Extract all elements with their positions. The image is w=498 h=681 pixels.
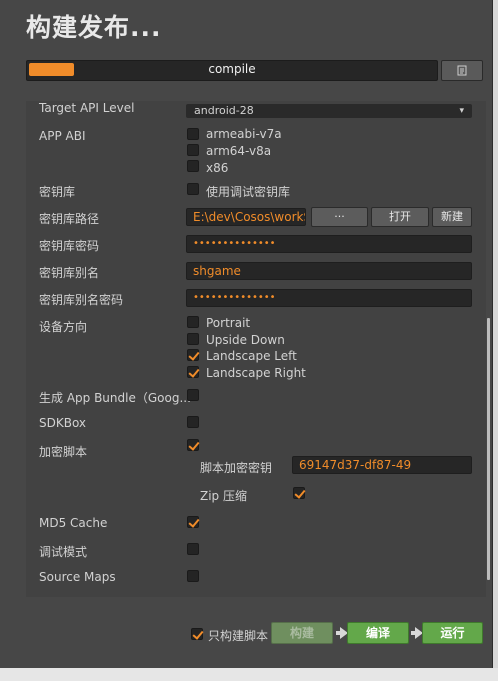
app-bundle-label: 生成 App Bundle（Goog... [39,391,191,405]
build-window: 构建发布... compile Target API Level android… [0,0,493,668]
compile-button[interactable]: 编译 [347,622,409,644]
target-api-select[interactable]: android-28 ▾ [186,104,472,118]
sdkbox-label: SDKBox [39,416,87,430]
keystore-path-label: 密钥库路径 [39,212,100,226]
md5-cache-label: MD5 Cache [39,516,108,530]
build-button[interactable]: 构建 [271,622,333,644]
new-keystore-button[interactable]: 新建 [432,207,472,227]
run-button[interactable]: 运行 [422,622,483,644]
debug-keystore-label: 使用调试密钥库 [206,185,291,199]
debug-mode-checkbox[interactable] [187,543,199,555]
app-abi-label: APP ABI [39,129,86,143]
document-icon [457,65,467,76]
orientation-upside-down-label: Upside Down [206,333,285,347]
only-build-script-checkbox[interactable] [191,628,203,640]
desktop-background [0,668,498,681]
target-api-label: Target API Level [39,101,135,115]
orientation-portrait-checkbox[interactable] [187,316,199,328]
orientation-landscape-right-checkbox[interactable] [187,366,199,378]
window-title: 构建发布... [26,13,162,42]
keystore-label: 密钥库 [39,185,76,199]
orientation-landscape-left-label: Landscape Left [206,349,297,363]
encrypt-js-checkbox[interactable] [187,439,199,451]
open-log-button[interactable] [441,60,483,81]
orientation-label: 设备方向 [39,320,88,334]
settings-scrollbar[interactable] [487,318,490,580]
encrypt-js-label: 加密脚本 [39,445,88,459]
abi-armeabi-label: armeabi-v7a [206,127,282,141]
target-api-value: android-28 [194,104,254,117]
app-bundle-checkbox[interactable] [187,389,199,401]
encrypt-key-label: 脚本加密密钥 [200,461,273,475]
keystore-alias-label: 密钥库别名 [39,266,100,280]
open-button[interactable]: 打开 [371,207,429,227]
source-maps-label: Source Maps [39,570,116,584]
debug-mode-label: 调试模式 [39,545,88,559]
md5-cache-checkbox[interactable] [187,516,199,528]
zip-compress-checkbox[interactable] [293,487,305,499]
progress-label: compile [208,62,256,76]
abi-arm64-checkbox[interactable] [187,144,199,156]
keystore-password-input[interactable]: •••••••••••••• [186,235,472,253]
encrypt-key-input[interactable]: 69147d37-df87-49 [292,456,472,474]
chevron-down-icon: ▾ [459,106,464,116]
keystore-alias-input[interactable]: shgame [186,262,472,280]
orientation-landscape-left-checkbox[interactable] [187,349,199,361]
alias-password-label: 密钥库别名密码 [39,293,124,307]
source-maps-checkbox[interactable] [187,570,199,582]
orientation-landscape-right-label: Landscape Right [206,366,306,380]
alias-password-input[interactable]: •••••••••••••• [186,289,472,307]
keystore-password-label: 密钥库密码 [39,239,100,253]
keystore-path-input[interactable]: E:\dev\Cosos\workS [186,208,306,226]
abi-x86-label: x86 [206,161,229,175]
browse-button[interactable]: ··· [311,207,368,227]
orientation-portrait-label: Portrait [206,316,251,330]
debug-keystore-checkbox[interactable] [187,183,199,195]
zip-compress-label: Zip 压缩 [200,489,247,503]
build-progress-bar: compile [26,60,438,81]
abi-x86-checkbox[interactable] [187,160,199,172]
abi-arm64-label: arm64-v8a [206,144,272,158]
orientation-upside-down-checkbox[interactable] [187,333,199,345]
settings-panel: Target API Level android-28 ▾ APP ABI ar… [26,101,486,597]
sdkbox-checkbox[interactable] [187,416,199,428]
only-build-script-label: 只构建脚本 [208,629,269,643]
abi-armeabi-checkbox[interactable] [187,128,199,140]
